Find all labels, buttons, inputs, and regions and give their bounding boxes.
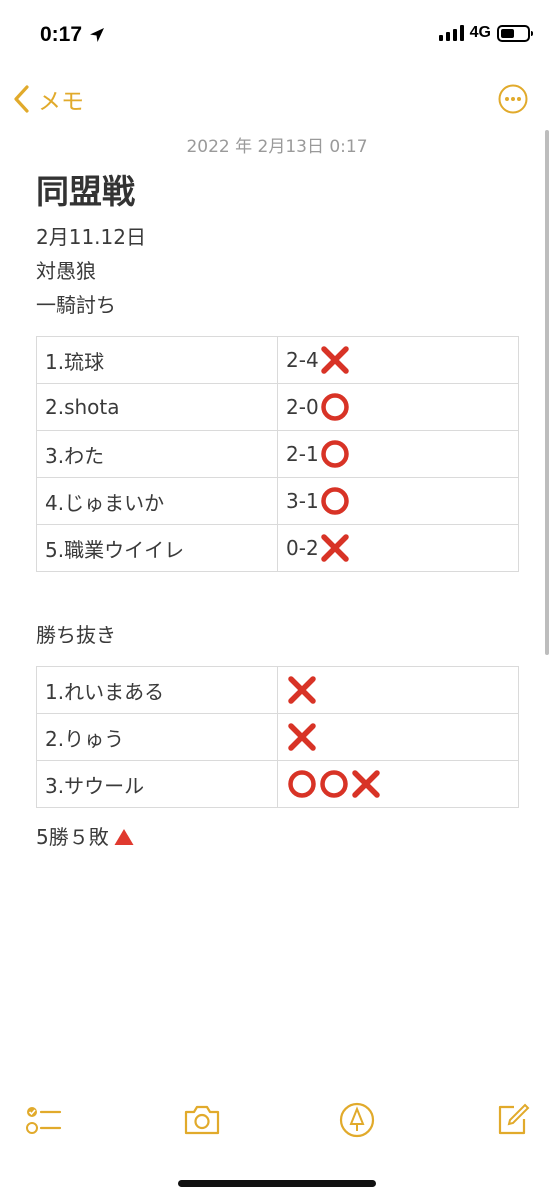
red-cross-icon: [288, 723, 316, 751]
note-line[interactable]: 一騎討ち: [36, 288, 520, 322]
status-bar: 0:17 4G: [0, 0, 554, 70]
red-cross-icon: [288, 676, 316, 704]
table-row[interactable]: 3.サウール: [36, 760, 519, 808]
table-row[interactable]: 5.職業ウイイレ 0-2: [36, 524, 519, 572]
scroll-indicator[interactable]: [545, 130, 549, 655]
red-circle-icon: [320, 440, 349, 468]
red-cross-icon: [320, 534, 349, 562]
result-cell[interactable]: 2-1: [277, 430, 519, 478]
ellipsis-circle-icon[interactable]: [498, 84, 528, 114]
camera-icon[interactable]: [182, 1100, 222, 1140]
result-cell[interactable]: 0-2: [277, 524, 519, 572]
chevron-left-icon: [14, 85, 29, 113]
markup-icon[interactable]: [337, 1100, 377, 1140]
result-cell[interactable]: 2-0: [277, 383, 519, 431]
result-content: 2-0: [286, 391, 510, 423]
player-cell[interactable]: 1.琉球: [36, 336, 278, 384]
network-type: 4G: [469, 24, 491, 41]
table-row[interactable]: 1.れいまある: [36, 666, 519, 714]
score-text: 2-0: [286, 395, 319, 419]
table-row[interactable]: 2.shota 2-0: [36, 383, 519, 431]
result-content: 2-4: [286, 344, 510, 376]
section-heading[interactable]: 勝ち抜き: [36, 618, 520, 652]
back-label: メモ: [38, 89, 84, 115]
red-circle-icon: [288, 770, 316, 798]
bottom-toolbar: [0, 1092, 554, 1148]
results-table-1v1[interactable]: 1.琉球 2-4 2.shota 2-0 3.わた 2-1 4.じゅまいか 3-1 5.職業ウイ…: [36, 336, 519, 572]
summary-text: 5勝５敗: [36, 825, 109, 849]
battery-fill: [501, 28, 514, 38]
red-cross-icon: [352, 770, 380, 798]
player-cell[interactable]: 2.shota: [36, 383, 278, 431]
result-content: 2-1: [286, 438, 510, 470]
score-text: 2-1: [286, 442, 319, 466]
player-cell[interactable]: 3.わた: [36, 430, 278, 478]
signal-icon: [438, 25, 464, 41]
table-row[interactable]: 2.りゅう: [36, 713, 519, 761]
player-cell[interactable]: 4.じゅまいか: [36, 477, 278, 525]
note-date: 2022 年 2月13日 0:17: [186, 137, 368, 157]
note-title[interactable]: 同盟戦: [36, 170, 520, 214]
result-content: 3-1: [286, 485, 510, 517]
compose-icon[interactable]: [492, 1100, 532, 1140]
red-circle-icon: [320, 487, 349, 515]
result-cell[interactable]: [277, 713, 519, 761]
red-circle-icon: [320, 393, 349, 421]
status-time: 0:17: [40, 23, 83, 46]
results-table-knockout[interactable]: 1.れいまある 2.りゅう 3.サウール: [36, 666, 519, 808]
red-cross-icon: [320, 346, 349, 374]
summary-line[interactable]: 5勝５敗: [36, 820, 520, 854]
player-cell[interactable]: 2.りゅう: [36, 713, 278, 761]
status-right: 4G: [438, 24, 533, 42]
location-arrow-icon: [90, 28, 105, 42]
result-cell[interactable]: [277, 760, 519, 808]
red-triangle-icon: [114, 829, 134, 845]
table-row[interactable]: 4.じゅまいか 3-1: [36, 477, 519, 525]
player-cell[interactable]: 1.れいまある: [36, 666, 278, 714]
table-row[interactable]: 1.琉球 2-4: [36, 336, 519, 384]
battery-icon: [497, 24, 533, 42]
note-body[interactable]: 同盟戦 2月11.12日 対愚狼 一騎討ち 1.琉球 2-4 2.shota 2-0 3…: [36, 170, 520, 854]
table-row[interactable]: 3.わた 2-1: [36, 430, 519, 478]
result-content: [286, 768, 510, 800]
red-circle-icon: [320, 770, 348, 798]
home-indicator[interactable]: [178, 1180, 376, 1187]
score-text: 0-2: [286, 536, 319, 560]
note-line[interactable]: 2月11.12日: [36, 220, 520, 254]
note-line[interactable]: 対愚狼: [36, 254, 520, 288]
score-text: 3-1: [286, 489, 319, 513]
result-content: [286, 721, 510, 753]
player-cell[interactable]: 3.サウール: [36, 760, 278, 808]
player-cell[interactable]: 5.職業ウイイレ: [36, 524, 278, 572]
time-group: 0:17: [40, 23, 106, 47]
result-content: 0-2: [286, 532, 510, 564]
back-button[interactable]: メモ: [12, 82, 84, 116]
score-text: 2-4: [286, 348, 319, 372]
result-cell[interactable]: [277, 666, 519, 714]
checklist-icon[interactable]: [22, 1100, 62, 1140]
result-cell[interactable]: 3-1: [277, 477, 519, 525]
result-content: [286, 674, 510, 706]
result-cell[interactable]: 2-4: [277, 336, 519, 384]
